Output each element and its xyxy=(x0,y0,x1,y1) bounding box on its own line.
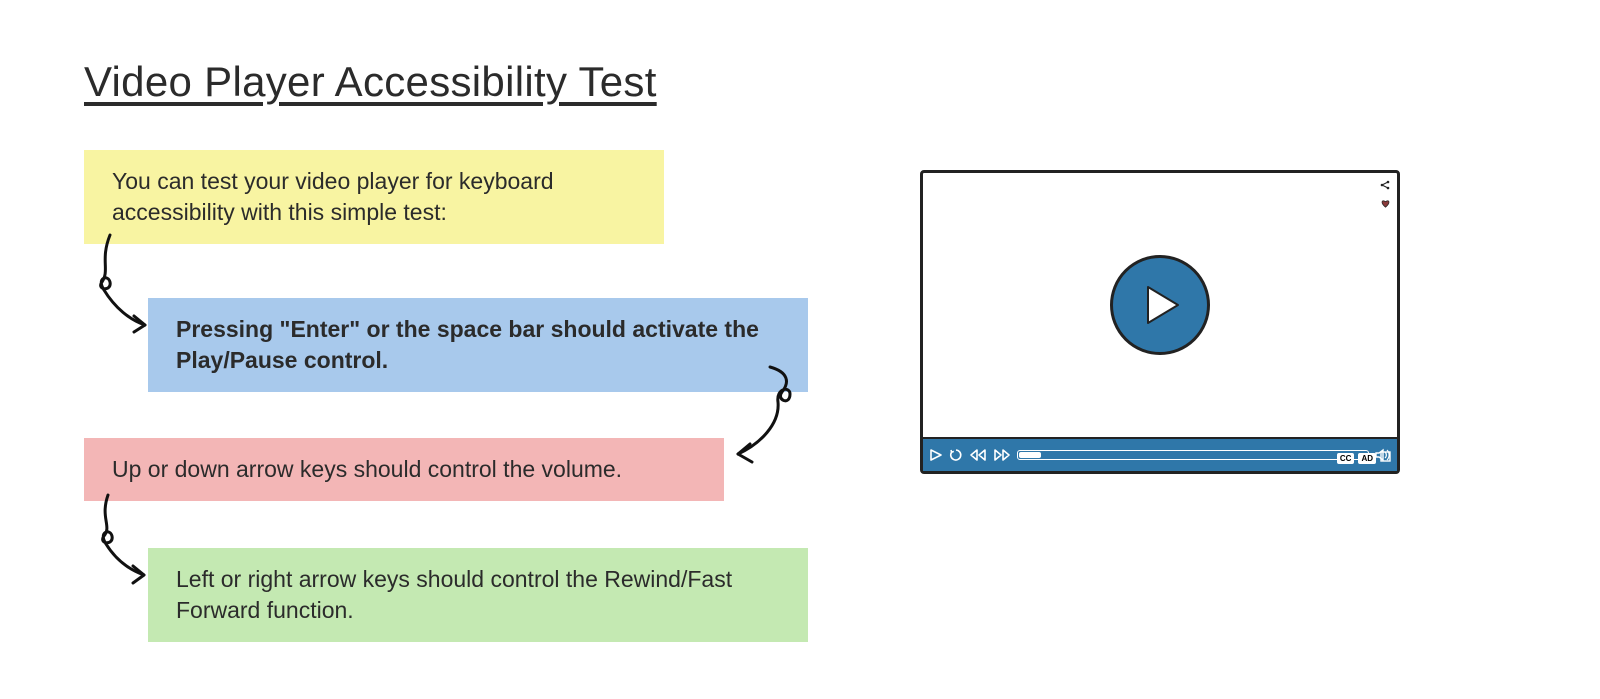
fullscreen-icon[interactable] xyxy=(1380,449,1391,467)
progress-track[interactable] xyxy=(1017,450,1369,460)
note-volume: Up or down arrow keys should control the… xyxy=(84,438,724,501)
slide: Video Player Accessibility Test You can … xyxy=(0,0,1600,699)
page-title: Video Player Accessibility Test xyxy=(84,58,657,106)
replay-icon[interactable] xyxy=(949,448,963,462)
note-intro: You can test your video player for keybo… xyxy=(84,150,664,244)
fast-forward-icon[interactable] xyxy=(993,448,1011,462)
cc-button[interactable]: CC xyxy=(1337,453,1355,464)
video-player-illustration: CC AD xyxy=(920,170,1400,474)
play-button[interactable] xyxy=(1110,255,1210,355)
rewind-icon[interactable] xyxy=(969,448,987,462)
note-seek: Left or right arrow keys should control … xyxy=(148,548,808,642)
share-icon[interactable] xyxy=(1379,179,1391,194)
note-enter: Pressing "Enter" or the space bar should… xyxy=(148,298,808,392)
heart-icon[interactable] xyxy=(1380,198,1391,212)
video-control-bar xyxy=(923,437,1397,471)
play-icon[interactable] xyxy=(929,448,943,462)
ad-button[interactable]: AD xyxy=(1358,453,1376,464)
video-screen xyxy=(923,173,1397,437)
